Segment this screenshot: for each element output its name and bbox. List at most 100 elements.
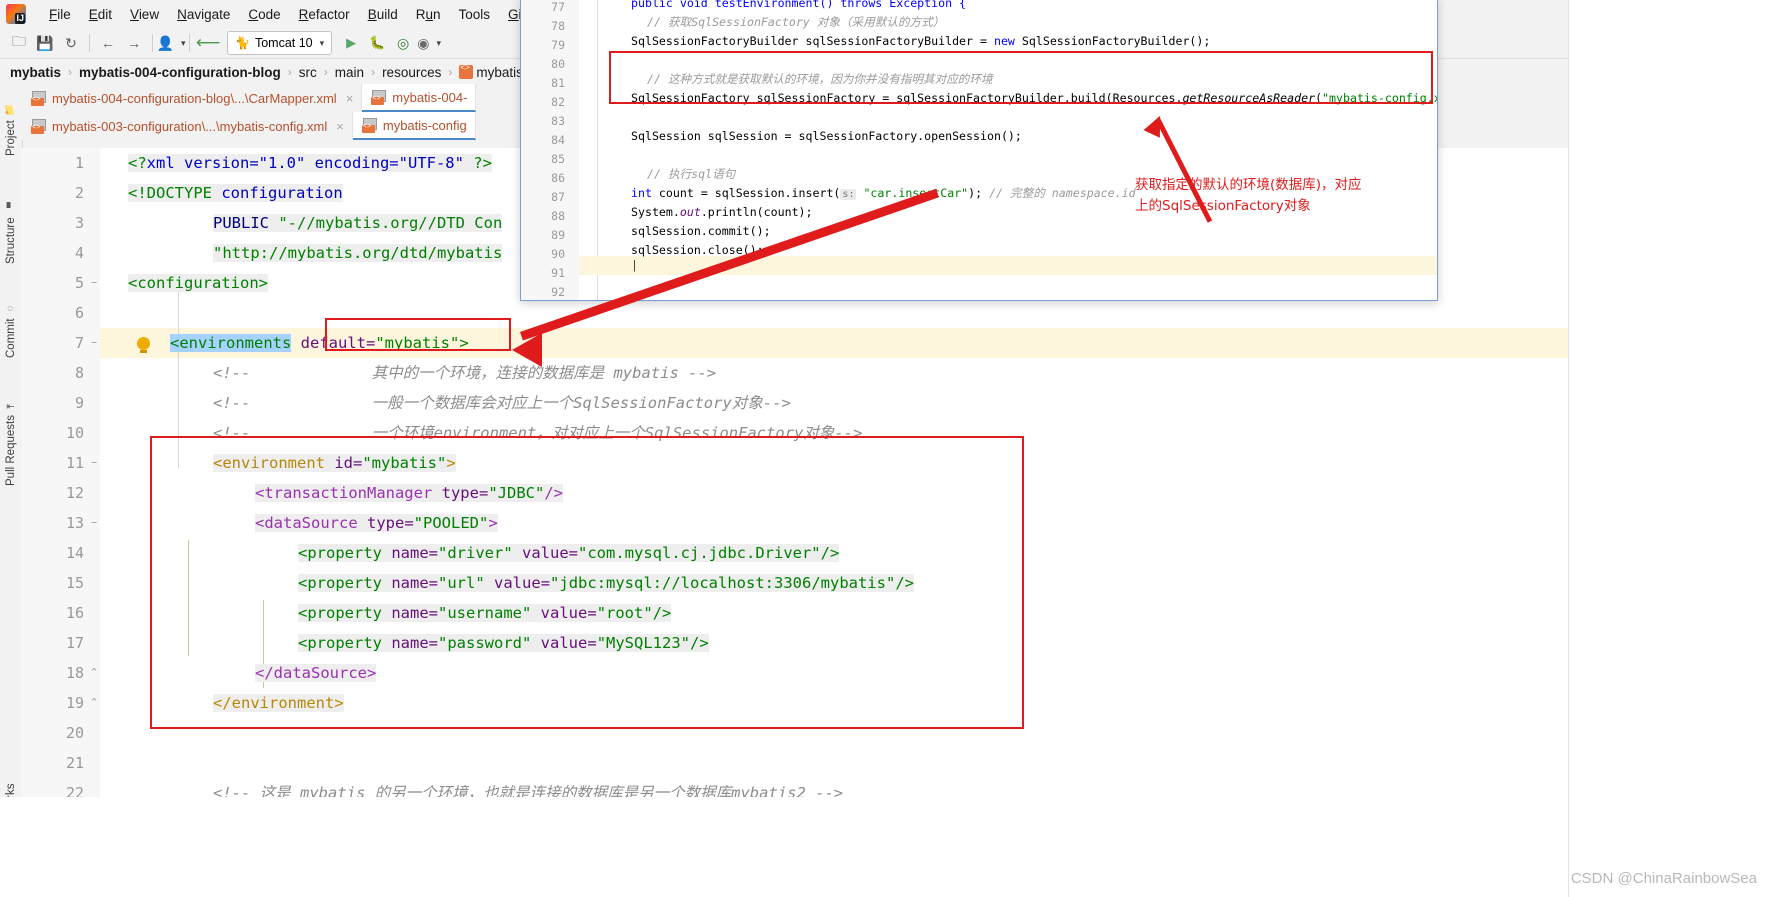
popup-line-number: 87 [551,190,565,204]
breadcrumb-item-3[interactable]: main [335,65,364,80]
chevron-down-icon[interactable]: ▾ [320,38,325,49]
statement-part1: System. [631,205,680,219]
popup-code-line-87: int count = sqlSession.insert(s: "car.in… [631,184,1136,203]
more-options-icon[interactable]: ◉ ▾ [416,31,442,55]
breadcrumb-item-1[interactable]: mybatis-004-configuration-blog [79,65,281,80]
debug-bug-icon[interactable]: 🐛 [364,31,390,55]
property-name-attr: name [382,604,429,622]
sidebar-item-bookmarks[interactable]: Bookmarks [0,759,22,797]
environment-tag: <environment [213,454,325,472]
property-name-value: "password" [438,634,532,652]
comment-text: <!-- 一般一个数据库会对应上一个SqlSessionFactory对象--> [213,394,791,412]
fold-toggle[interactable]: ⌃ [88,658,100,688]
open-folder-icon[interactable]: 🗀 [6,31,32,55]
popup-code-line-90: sqlSession.close(); [631,241,764,260]
menu-item-run[interactable]: Run [407,5,450,24]
forward-arrow-icon[interactable]: → [121,31,147,55]
property-value-value: "com.mysql.cj.jdbc.Driver" [578,544,821,562]
statement-part2: SqlSessionFactoryBuilder(); [1014,34,1211,48]
bottom-empty-strip [0,797,1568,897]
fold-toggle[interactable]: − [88,508,100,538]
fold-toggle[interactable]: − [88,268,100,298]
tab-mybatis-003-config-xml[interactable]: mybatis-003-configuration\...\mybatis-co… [22,112,353,140]
popup-code-line-84: SqlSession sqlSession = sqlSessionFactor… [631,127,1022,146]
run-configuration-selector[interactable]: 🐈 Tomcat 10 ▾ [227,31,333,55]
statement-part2: .println(count); [700,205,813,219]
tab-carmapper-xml[interactable]: mybatis-004-configuration-blog\...\CarMa… [22,84,363,112]
property-name-value: "url" [438,574,485,592]
sidebar-item-pull-requests[interactable]: Pull Requests ⇤ [0,376,22,494]
xml-decl-close: ?> [463,154,492,172]
menu-item-tools[interactable]: Tools [450,5,500,24]
transactionmanager-type-value: "JDBC" [488,484,545,502]
xml-file-icon [371,89,387,105]
tab-label: mybatis-config [382,117,467,133]
close-icon[interactable]: × [346,91,354,106]
statement-tail: ); [968,186,990,200]
structure-icon: ▘ [7,203,15,215]
menu-item-refactor[interactable]: Refactor [290,5,359,24]
line-number: 17 [65,634,84,652]
environments-default-attr: default [291,334,366,352]
menu-item-edit[interactable]: Edit [80,5,121,24]
configuration-open-tag: <configuration> [128,274,268,292]
xml-file-icon [361,117,377,133]
run-play-icon[interactable]: ▶ [338,31,364,55]
line-number: 8 [74,364,84,382]
breadcrumb-item-2[interactable]: src [299,65,317,80]
build-hammer-icon[interactable]: ⟵ [195,31,221,55]
popup-line-number: 80 [551,57,565,71]
toolbar-divider [152,34,153,52]
code-line-17: <property name="password" value="MySQL12… [298,634,709,652]
vcs-user-icon[interactable]: 👤 ▾ [157,31,186,55]
menu-item-build[interactable]: Build [359,5,407,24]
line-number: 1 [74,154,84,172]
method-getresourceasreader: getResourceAsReader [1182,91,1316,105]
sidebar-item-commit[interactable]: Commit ◌ [0,284,22,366]
statement-commit: sqlSession.commit(); [631,224,771,238]
fold-toggle[interactable]: − [88,448,100,478]
toolbar-divider [89,34,90,52]
tab-label: mybatis-004-configuration-blog\...\CarMa… [52,90,337,106]
line-number: 3 [74,214,84,232]
fold-toggle[interactable]: − [88,328,100,358]
string-literal-statement-id: "car.insertCar" [856,186,969,200]
menu-item-view[interactable]: View [121,5,168,24]
statement-part1: SqlSessionFactoryBuilder sqlSessionFacto… [631,34,994,48]
method-signature: public void testEnvironment() throws Exc… [631,0,967,10]
breadcrumb-item-4[interactable]: resources [382,65,441,80]
tab-mybatis-config[interactable]: mybatis-config [352,112,476,140]
property-tag-close: /> [652,604,672,622]
line-number: 11 [65,454,84,472]
sidebar-item-project[interactable]: Project 📁 [0,88,22,164]
tab-mybatis-004[interactable]: mybatis-004- [362,84,477,112]
run-coverage-icon[interactable]: ◎ [390,31,416,55]
menu-item-code[interactable]: Code [239,5,289,24]
field-out: out [679,205,701,219]
java-code-popup-window[interactable]: 77 78 79 80 81 82 83 84 85 86 87 88 89 9… [520,0,1438,301]
indent-guide [178,278,179,468]
line-number: 12 [65,484,84,502]
property-tag-close: /> [690,634,709,652]
close-icon[interactable]: × [336,119,344,134]
doctype-public: PUBLIC [213,214,279,232]
tomcat-icon: 🐈 [235,36,250,50]
xml-file-icon [31,90,46,106]
popup-line-number: 86 [551,171,565,185]
breadcrumb-item-0[interactable]: mybatis [10,65,61,80]
menu-item-navigate[interactable]: Navigate [168,5,239,24]
sync-icon[interactable]: ↻ [58,31,84,55]
fold-toggle[interactable]: ⌃ [88,688,100,718]
back-arrow-icon[interactable]: ← [95,31,121,55]
property-tag-close: /> [820,544,840,562]
doctype-system-id: "http://mybatis.org/dtd/mybatis [213,244,503,262]
code-line-7: <environments default="mybatis"> [170,328,1568,358]
sidebar-item-structure[interactable]: Structure ▘ [0,180,22,272]
menu-item-file[interactable]: File [40,5,80,24]
save-icon[interactable]: 💾 [32,31,58,55]
sidebar-item-label: Commit [5,318,17,358]
indent-guide [188,540,189,656]
string-literal-config-path: "mybatis-config.xml" [1322,91,1437,105]
comment-text: // 执行sql语句 [647,167,736,181]
line-number: 22 [65,784,84,797]
